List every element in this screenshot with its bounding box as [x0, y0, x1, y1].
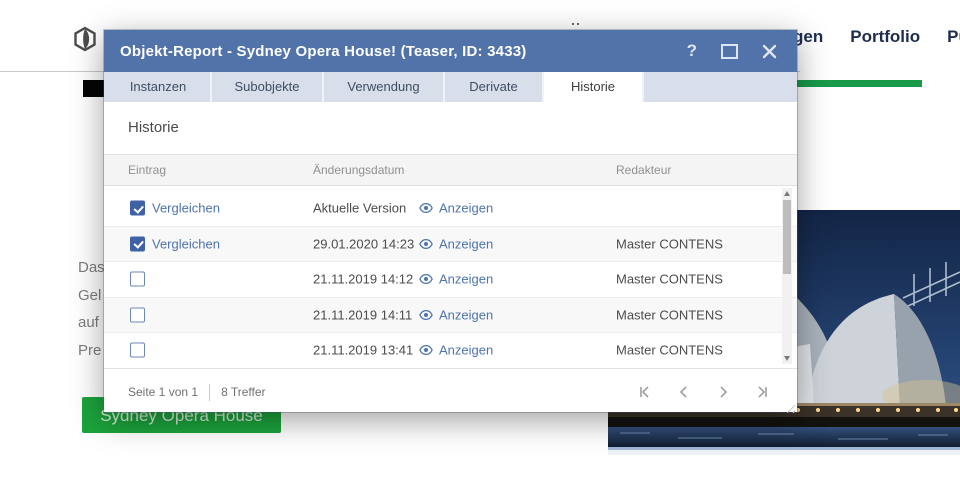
screen: genPortfolioPubli DasGelaufPre Sydney Op… [0, 0, 960, 504]
table-row: Vergleichen Aktuelle Version Anzeigen [104, 191, 797, 227]
anzeigen-group[interactable]: Anzeigen [419, 272, 493, 287]
anzeigen-link[interactable]: Anzeigen [439, 343, 493, 358]
vertical-scrollbar[interactable] [782, 188, 792, 364]
text-fragment: Gel [78, 282, 105, 310]
clipped-text-umlaut [572, 23, 581, 26]
top-navigation: gen Portfolio Publi [793, 27, 960, 47]
version-date: 21.11.2019 14:12 [313, 272, 413, 287]
anzeigen-group[interactable]: Anzeigen [419, 201, 493, 216]
page-paragraph-fragments: DasGelaufPre [78, 254, 105, 364]
compare-checkbox[interactable] [130, 343, 145, 358]
eye-icon[interactable] [419, 238, 433, 249]
resize-handle-icon[interactable] [783, 401, 795, 413]
editor-name: Master CONTENS [616, 307, 723, 322]
tab-historie[interactable]: Historie [544, 72, 644, 102]
anzeigen-link[interactable]: Anzeigen [439, 272, 493, 287]
version-date: 21.11.2019 14:11 [313, 307, 412, 322]
tab-verwendung[interactable]: Verwendung [324, 72, 445, 102]
eye-icon[interactable] [419, 309, 433, 320]
compare-checkbox[interactable] [130, 307, 145, 322]
version-date: Aktuelle Version [313, 201, 406, 216]
results-count: 8 Treffer [221, 385, 265, 399]
anzeigen-link[interactable]: Anzeigen [439, 307, 493, 322]
nav-item-portfolio[interactable]: Portfolio [850, 27, 920, 47]
tab-bar: InstanzenSubobjekteVerwendungDerivateHis… [104, 72, 797, 102]
text-fragment: Pre [78, 337, 105, 365]
compare-checkbox[interactable] [130, 236, 145, 251]
editor-name: Master CONTENS [616, 236, 723, 251]
maximize-icon[interactable] [721, 44, 738, 59]
first-page-icon[interactable] [638, 385, 652, 399]
eye-icon[interactable] [419, 345, 433, 356]
tab-derivate[interactable]: Derivate [445, 72, 544, 102]
help-icon[interactable]: ? [687, 41, 697, 61]
dialog-titlebar[interactable]: Objekt-Report - Sydney Opera House! (Tea… [104, 30, 797, 72]
text-fragment: auf [78, 309, 105, 337]
version-date: 29.01.2020 14:23 [313, 236, 414, 251]
column-header: Eintrag [128, 163, 166, 177]
nav-item-gen[interactable]: gen [793, 27, 823, 47]
scrollbar-thumb[interactable] [783, 200, 791, 274]
text-fragment: Das [78, 254, 105, 282]
anzeigen-link[interactable]: Anzeigen [439, 236, 493, 251]
next-page-icon[interactable] [716, 385, 730, 399]
pagination [638, 385, 797, 399]
compare-checkbox[interactable] [130, 272, 145, 287]
page-info: Seite 1 von 1 [128, 385, 198, 399]
compare-checkbox[interactable] [130, 201, 145, 216]
dialog-footer: Seite 1 von 1 8 Treffer [104, 368, 797, 415]
table-row: 21.11.2019 14:11 Anzeigen Master CONTENS [104, 298, 797, 334]
vergleichen-link[interactable]: Vergleichen [152, 201, 220, 216]
anzeigen-group[interactable]: Anzeigen [419, 236, 493, 251]
scroll-down-icon[interactable] [784, 356, 790, 361]
editor-name: Master CONTENS [616, 272, 723, 287]
column-header: Redakteur [616, 163, 671, 177]
scroll-up-icon[interactable] [784, 191, 790, 196]
last-page-icon[interactable] [755, 385, 769, 399]
history-rows: VergleichenAktuelle VersionAnzeigenVergl… [104, 186, 797, 368]
vergleichen-link[interactable]: Vergleichen [152, 236, 220, 251]
version-date: 21.11.2019 13:41 [313, 343, 413, 358]
close-icon[interactable] [762, 44, 777, 59]
footer-separator [209, 384, 210, 401]
table-row: 21.11.2019 14:12 Anzeigen Master CONTENS [104, 262, 797, 298]
column-header: Änderungsdatum [313, 163, 404, 177]
table-row: 21.11.2019 13:41 Anzeigen Master CONTENS [104, 333, 797, 369]
tab-subobjekte[interactable]: Subobjekte [212, 72, 324, 102]
anzeigen-link[interactable]: Anzeigen [439, 201, 493, 216]
anzeigen-group[interactable]: Anzeigen [419, 343, 493, 358]
section-title: Historie [104, 102, 797, 155]
editor-name: Master CONTENS [616, 343, 723, 358]
eye-icon[interactable] [419, 274, 433, 285]
table-header: Eintrag Änderungsdatum Redakteur [104, 155, 797, 186]
dialog-title: Objekt-Report - Sydney Opera House! (Tea… [104, 43, 687, 60]
objekt-report-dialog: Objekt-Report - Sydney Opera House! (Tea… [104, 30, 797, 412]
clipped-black-element [83, 80, 104, 97]
eye-icon[interactable] [419, 203, 433, 214]
nav-item-publi[interactable]: Publi [947, 27, 960, 47]
table-row: Vergleichen 29.01.2020 14:23 Anzeigen Maste… [104, 227, 797, 263]
active-nav-underline [797, 80, 922, 87]
cube-logo-icon[interactable] [73, 26, 97, 52]
tab-instanzen[interactable]: Instanzen [106, 72, 212, 102]
prev-page-icon[interactable] [677, 385, 691, 399]
anzeigen-group[interactable]: Anzeigen [419, 307, 493, 322]
